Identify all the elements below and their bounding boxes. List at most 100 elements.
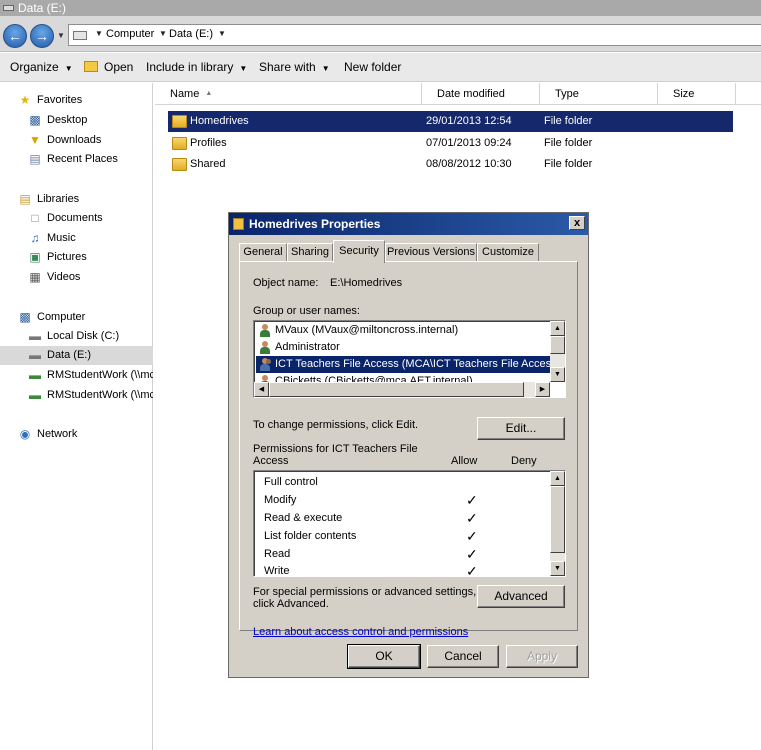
libraries-icon: ▤: [19, 192, 31, 206]
cancel-button[interactable]: Cancel: [427, 645, 499, 668]
nav-downloads[interactable]: ▼ Downloads: [0, 131, 153, 150]
nav-desktop[interactable]: ▩ Desktop: [0, 111, 153, 130]
recent-pages-dropdown-icon[interactable]: ▼: [57, 31, 65, 40]
advanced-button[interactable]: Advanced: [477, 585, 565, 608]
list-item[interactable]: CBicketts (CBicketts@mca.AET.internal): [256, 373, 550, 382]
computer-icon: ▩: [19, 310, 31, 324]
chevron-right-icon[interactable]: ▼: [95, 29, 103, 38]
chevron-right-icon[interactable]: ▼: [159, 29, 167, 38]
user-name: ICT Teachers File Access (MCA\ICT Teache…: [275, 358, 557, 370]
file-type: File folder: [544, 115, 593, 127]
chevron-down-icon: ▼: [64, 64, 73, 73]
nav-local-disk-c[interactable]: ▬ Local Disk (C:): [0, 327, 153, 346]
permissions-scrollbar[interactable]: ▲ ▼: [550, 471, 565, 576]
scroll-thumb[interactable]: [550, 336, 565, 354]
user-icon: [259, 324, 271, 337]
downloads-icon: ▼: [29, 133, 41, 147]
scroll-down-icon[interactable]: ▼: [550, 561, 565, 576]
nav-network[interactable]: ◉ Network: [0, 425, 153, 444]
list-item[interactable]: MVaux (MVaux@miltoncross.internal): [256, 322, 550, 339]
file-name: Shared: [190, 158, 226, 170]
share-with-menu[interactable]: Share with ▼: [259, 60, 330, 74]
permission-name: Write: [264, 565, 290, 577]
nav-rmstudentwork-1[interactable]: ▬ RMStudentWork (\\mc: [0, 366, 153, 385]
permission-row: Write ✓: [264, 562, 564, 577]
chevron-down-icon: ▼: [239, 64, 248, 73]
security-tab-panel: Object name: E:\Homedrives Group or user…: [239, 261, 578, 638]
nav-label: Desktop: [47, 114, 88, 126]
user-list-vertical-scrollbar[interactable]: ▲ ▼: [550, 321, 565, 382]
list-item[interactable]: Administrator: [256, 339, 550, 356]
computer-icon: [73, 31, 87, 40]
column-header-date-modified[interactable]: Date modified: [422, 83, 540, 104]
nav-label: Videos: [47, 271, 81, 283]
scroll-thumb[interactable]: [550, 486, 565, 553]
column-header-size[interactable]: Size: [658, 83, 736, 104]
chevron-down-icon[interactable]: ▼: [218, 29, 226, 38]
dialog-title-bar[interactable]: Homedrives Properties x: [229, 213, 588, 235]
permissions-list[interactable]: Full control Modify ✓ Read & execute ✓ L…: [253, 470, 566, 577]
nav-rmstudentwork-2[interactable]: ▬ RMStudentWork (\\mc: [0, 386, 153, 405]
permission-row: Read ✓: [264, 545, 564, 563]
tab-security[interactable]: Security: [333, 240, 385, 263]
file-row[interactable]: Profiles 07/01/2013 09:24 File folder: [168, 133, 733, 154]
scroll-right-icon[interactable]: ▶: [535, 382, 550, 397]
file-date: 07/01/2013 09:24: [426, 137, 512, 149]
column-label: Name: [170, 88, 200, 100]
tab-previous-versions[interactable]: Previous Versions: [385, 243, 477, 262]
nav-music[interactable]: ♫ Music: [0, 229, 153, 248]
column-header-name[interactable]: Name ▲: [155, 83, 422, 104]
forward-button[interactable]: →: [30, 24, 54, 48]
new-folder-button[interactable]: New folder: [344, 60, 401, 74]
open-button[interactable]: Open: [104, 60, 133, 74]
breadcrumb-computer[interactable]: Computer: [106, 28, 154, 40]
nav-label: Favorites: [37, 94, 83, 106]
permission-row: Read & execute ✓: [264, 509, 564, 527]
column-header-row: Name ▲ Date modified Type Size: [155, 83, 761, 105]
tab-general[interactable]: General: [239, 243, 287, 262]
nav-computer[interactable]: ▩ Computer: [0, 308, 153, 327]
scroll-up-icon[interactable]: ▲: [550, 471, 565, 486]
star-icon: ★: [19, 93, 31, 107]
permissions-for-label: Permissions for ICT Teachers File: [253, 443, 418, 455]
object-name-label: Object name:: [253, 277, 319, 289]
user-list-horizontal-scrollbar[interactable]: ◀ ▶: [254, 382, 550, 397]
user-list[interactable]: MVaux (MVaux@miltoncross.internal) Admin…: [253, 320, 566, 398]
file-row[interactable]: Homedrives 29/01/2013 12:54 File folder: [168, 111, 733, 132]
permissions-for-label-2: Access: [253, 455, 289, 467]
tab-sharing[interactable]: Sharing: [287, 243, 333, 262]
edit-button[interactable]: Edit...: [477, 417, 565, 440]
column-header-type[interactable]: Type: [540, 83, 658, 104]
back-button[interactable]: ←: [3, 24, 27, 48]
learn-access-control-link[interactable]: Learn about access control and permissio…: [253, 626, 468, 638]
close-button[interactable]: x: [569, 216, 585, 230]
scroll-left-icon[interactable]: ◀: [254, 382, 269, 397]
file-row[interactable]: Shared 08/08/2012 10:30 File folder: [168, 154, 733, 175]
scroll-thumb[interactable]: [269, 382, 524, 397]
object-name-value: E:\Homedrives: [330, 277, 403, 289]
nav-documents[interactable]: □ Documents: [0, 209, 153, 228]
organize-menu[interactable]: Organize ▼: [10, 60, 73, 74]
nav-videos[interactable]: ▦ Videos: [0, 268, 153, 287]
apply-button[interactable]: Apply: [506, 645, 578, 668]
organize-label: Organize: [10, 60, 59, 74]
nav-favorites[interactable]: ★ Favorites: [0, 91, 153, 110]
user-icon: [259, 341, 271, 354]
folder-icon: [172, 158, 187, 171]
nav-libraries[interactable]: ▤ Libraries: [0, 190, 153, 209]
list-item[interactable]: ICT Teachers File Access (MCA\ICT Teache…: [256, 356, 557, 373]
nav-pictures[interactable]: ▣ Pictures: [0, 248, 153, 267]
breadcrumb-data-e[interactable]: Data (E:): [169, 28, 213, 40]
tab-customize[interactable]: Customize: [477, 243, 539, 262]
address-field[interactable]: ▼ Computer ▼ Data (E:) ▼: [68, 24, 761, 46]
include-in-library-menu[interactable]: Include in library ▼: [146, 60, 247, 74]
open-folder-icon: [84, 61, 98, 72]
scroll-down-icon[interactable]: ▼: [550, 367, 565, 382]
nav-recent-places[interactable]: ▤ Recent Places: [0, 150, 153, 169]
ok-button[interactable]: OK: [347, 644, 421, 669]
network-drive-icon: ▬: [29, 368, 41, 382]
nav-data-e[interactable]: ▬ Data (E:): [0, 346, 153, 365]
network-drive-icon: ▬: [29, 388, 41, 402]
scroll-up-icon[interactable]: ▲: [550, 321, 565, 336]
allow-check-icon: ✓: [466, 528, 478, 544]
